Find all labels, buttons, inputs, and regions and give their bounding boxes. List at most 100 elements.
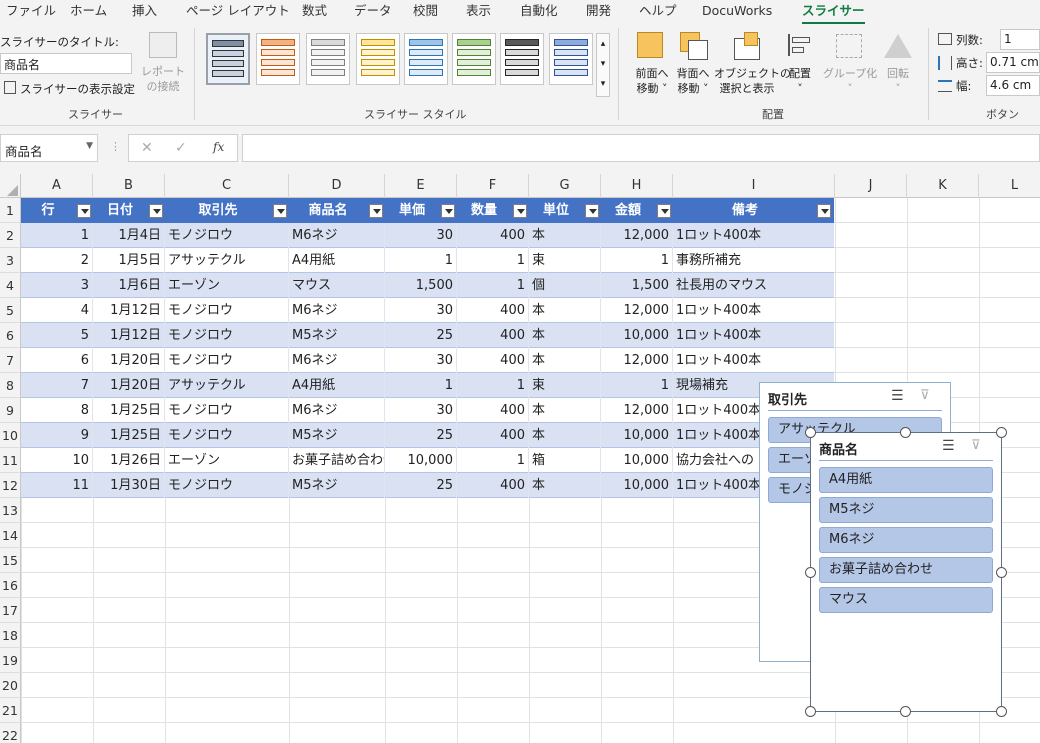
slicer-style-6[interactable] [452, 33, 496, 85]
cell-date[interactable]: 1月5日 [93, 248, 165, 273]
resize-handle[interactable] [996, 427, 1007, 438]
filter-dropdown-icon[interactable] [273, 204, 287, 218]
cell-quantity[interactable]: 1 [457, 448, 529, 473]
name-box[interactable]: 商品名 ▼ [0, 134, 98, 162]
slicer-settings-button[interactable]: スライサーの表示設定 [20, 81, 135, 97]
cell-row-no[interactable]: 10 [21, 448, 93, 473]
cell-quantity[interactable]: 400 [457, 348, 529, 373]
cell-vendor[interactable]: モノジロウ [165, 473, 289, 498]
col-header-d[interactable]: D [289, 174, 385, 198]
width-input[interactable]: 4.6 cm [986, 75, 1040, 96]
cell-row-no[interactable]: 6 [21, 348, 93, 373]
tab-insert[interactable]: 挿入 [132, 0, 157, 24]
cell-unit-price[interactable]: 25 [385, 423, 457, 448]
cell-unit-price[interactable]: 1 [385, 248, 457, 273]
cell-row-no[interactable]: 11 [21, 473, 93, 498]
cell-product[interactable]: お菓子詰め合わせ [289, 448, 385, 473]
cell-date[interactable]: 1月12日 [93, 323, 165, 348]
tab-file[interactable]: ファイル [6, 0, 56, 24]
filter-dropdown-icon[interactable] [817, 204, 831, 218]
cell-date[interactable]: 1月12日 [93, 298, 165, 323]
slicer-style-7[interactable] [500, 33, 544, 85]
cell-product[interactable]: A4用紙 [289, 373, 385, 398]
row-header[interactable]: 5 [0, 298, 21, 323]
col-header-k[interactable]: K [907, 174, 979, 198]
tab-review[interactable]: 校閲 [413, 0, 438, 24]
cell-product[interactable]: マウス [289, 273, 385, 298]
row-header[interactable]: 22 [0, 723, 21, 743]
slicer-style-8[interactable] [549, 33, 593, 85]
slicer-item[interactable]: A4用紙 [819, 467, 993, 493]
cell-amount[interactable]: 10,000 [601, 323, 673, 348]
cell-unit-price[interactable]: 25 [385, 473, 457, 498]
row-header[interactable]: 6 [0, 323, 21, 348]
row-header[interactable]: 18 [0, 623, 21, 648]
cell-quantity[interactable]: 400 [457, 298, 529, 323]
bring-forward-button[interactable]: 前面へ 移動 ˅ [630, 66, 674, 96]
row-header[interactable]: 16 [0, 573, 21, 598]
multi-select-icon[interactable]: ☰ [891, 388, 904, 404]
tab-slicer[interactable]: スライサー [802, 0, 865, 24]
slicer-style-3[interactable] [306, 33, 350, 85]
slicer-style-2[interactable] [256, 33, 300, 85]
slicer-item[interactable]: お菓子詰め合わせ [819, 557, 993, 583]
cell-row-no[interactable]: 5 [21, 323, 93, 348]
col-header-l[interactable]: L [979, 174, 1040, 198]
cell-date[interactable]: 1月20日 [93, 348, 165, 373]
cell-note[interactable]: 1ロット400本 [673, 298, 835, 323]
row-header[interactable]: 3 [0, 248, 21, 273]
multi-select-icon[interactable]: ☰ [942, 438, 955, 454]
cell-unit[interactable]: 本 [529, 223, 601, 248]
cell-amount[interactable]: 12,000 [601, 348, 673, 373]
cell-unit-price[interactable]: 30 [385, 348, 457, 373]
tab-help[interactable]: ヘルプ [639, 0, 677, 24]
resize-handle[interactable] [805, 567, 816, 578]
cell-unit[interactable]: 本 [529, 473, 601, 498]
slicer-style-5[interactable] [404, 33, 448, 85]
slicer-product[interactable]: 商品名 ☰ ⊽ A4用紙 M5ネジ M6ネジ お菓子詰め合わせ マウス [810, 432, 1002, 712]
filter-dropdown-icon[interactable] [77, 204, 91, 218]
row-header[interactable]: 8 [0, 373, 21, 398]
cell-note[interactable]: 1ロット400本 [673, 323, 835, 348]
cell-note[interactable]: 1ロット400本 [673, 348, 835, 373]
tab-view[interactable]: 表示 [466, 0, 491, 24]
cell-vendor[interactable]: エーゾン [165, 448, 289, 473]
cell-amount[interactable]: 10,000 [601, 448, 673, 473]
cell-product[interactable]: M5ネジ [289, 473, 385, 498]
cell-product[interactable]: M6ネジ [289, 298, 385, 323]
cell-product[interactable]: M6ネジ [289, 223, 385, 248]
row-header[interactable]: 19 [0, 648, 21, 673]
col-header-g[interactable]: G [529, 174, 601, 198]
slicer-title-input[interactable]: 商品名 [0, 53, 132, 74]
slicer-style-4[interactable] [356, 33, 400, 85]
cell-vendor[interactable]: エーゾン [165, 273, 289, 298]
cell-row-no[interactable]: 2 [21, 248, 93, 273]
cell-amount[interactable]: 12,000 [601, 398, 673, 423]
cell-vendor[interactable]: アサッテクル [165, 248, 289, 273]
columns-input[interactable]: 1 [1000, 29, 1040, 50]
row-header[interactable]: 17 [0, 598, 21, 623]
row-header[interactable]: 14 [0, 523, 21, 548]
cell-unit-price[interactable]: 1 [385, 373, 457, 398]
resize-handle[interactable] [805, 427, 816, 438]
cell-unit-price[interactable]: 30 [385, 298, 457, 323]
cell-unit-price[interactable]: 30 [385, 398, 457, 423]
cell-amount[interactable]: 10,000 [601, 423, 673, 448]
row-header[interactable]: 9 [0, 398, 21, 423]
cell-date[interactable]: 1月26日 [93, 448, 165, 473]
resize-handle[interactable] [805, 706, 816, 717]
col-header-a[interactable]: A [21, 174, 93, 198]
align-button[interactable]: 配置 ˅ [784, 66, 816, 96]
col-header-i[interactable]: I [673, 174, 835, 198]
cell-row-no[interactable]: 4 [21, 298, 93, 323]
insert-function-icon[interactable]: fx [213, 140, 224, 154]
cell-amount[interactable]: 1,500 [601, 273, 673, 298]
resize-handle[interactable] [900, 706, 911, 717]
filter-dropdown-icon[interactable] [369, 204, 383, 218]
filter-dropdown-icon[interactable] [149, 204, 163, 218]
clear-filter-icon[interactable]: ⊽ [971, 438, 981, 453]
clear-filter-icon[interactable]: ⊽ [920, 388, 930, 403]
cell-quantity[interactable]: 400 [457, 398, 529, 423]
cell-date[interactable]: 1月25日 [93, 423, 165, 448]
tab-formulas[interactable]: 数式 [302, 0, 327, 24]
